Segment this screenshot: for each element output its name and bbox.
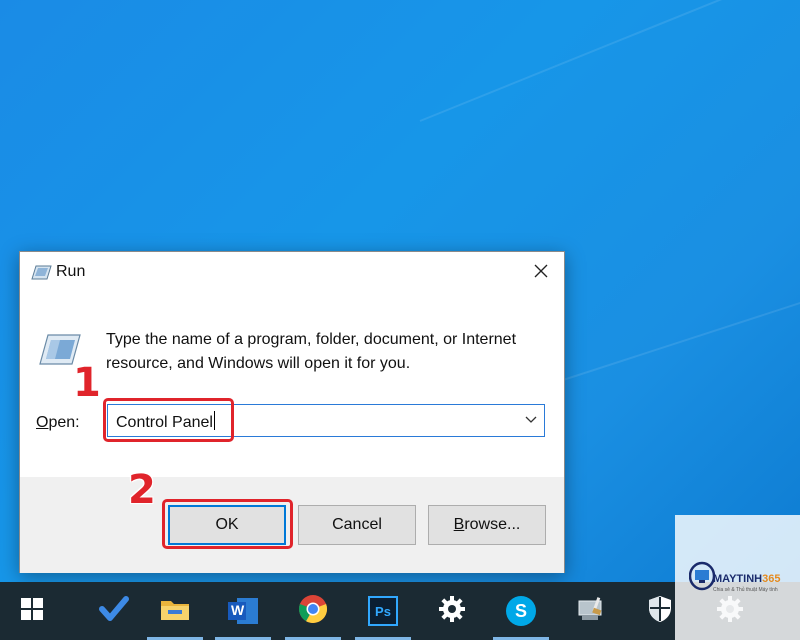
wallpaper-light-streak <box>419 0 800 122</box>
open-combobox[interactable]: Control Panel <box>107 404 545 437</box>
open-label-accesskey: O <box>36 414 49 431</box>
taskbar-disk-cleanup[interactable] <box>561 582 621 640</box>
skype-icon: S <box>506 596 536 626</box>
skype-icon-label: S <box>514 600 527 621</box>
taskbar-word[interactable]: W <box>213 582 273 640</box>
title-bar[interactable]: Run <box>20 252 564 294</box>
disk-cleanup-icon <box>576 595 606 628</box>
chrome-icon <box>298 594 328 629</box>
dialog-footer: OK Cancel Browse... <box>20 477 564 573</box>
browse-button-label: rowse... <box>464 516 521 533</box>
taskbar-file-explorer[interactable] <box>145 582 205 640</box>
security-shield-icon <box>647 595 673 628</box>
ok-button[interactable]: OK <box>168 505 286 545</box>
browse-accesskey: B <box>453 516 465 533</box>
taskbar-start[interactable] <box>2 582 62 640</box>
todo-check-icon <box>99 595 129 627</box>
watermark-tagline: Chia sẻ & Thủ thuật Máy tính <box>713 587 778 593</box>
dropdown-button[interactable] <box>524 413 538 427</box>
settings-gear-icon <box>438 595 466 628</box>
watermark-brand-main: MAYTINH <box>713 573 763 585</box>
close-icon <box>534 264 548 283</box>
open-input-value: Control Panel <box>116 414 213 431</box>
watermark-brand: MAYTINH365 <box>713 573 780 585</box>
text-caret <box>213 411 215 430</box>
step-number-2: 2 <box>128 467 156 513</box>
taskbar-photoshop[interactable]: Ps <box>353 582 413 640</box>
taskbar-todo[interactable] <box>84 582 144 640</box>
watermark-logo-icon <box>688 561 716 596</box>
taskbar-chrome[interactable] <box>283 582 343 640</box>
taskbar-settings[interactable] <box>422 582 482 640</box>
file-explorer-icon <box>160 596 190 627</box>
close-button[interactable] <box>518 252 564 294</box>
cancel-button-label: Cancel <box>332 516 382 533</box>
watermark-brand-accent: 365 <box>762 573 781 585</box>
taskbar-skype[interactable]: S <box>491 582 551 640</box>
photoshop-icon: Ps <box>368 596 398 626</box>
dialog-description: Type the name of a program, folder, docu… <box>106 331 517 372</box>
word-icon-letter: W <box>231 602 245 618</box>
chevron-down-icon <box>525 411 537 429</box>
run-app-icon <box>30 264 52 280</box>
word-icon: W <box>227 597 259 625</box>
dialog-title: Run <box>56 263 86 280</box>
cancel-button[interactable]: Cancel <box>298 505 416 545</box>
open-label-text: pen: <box>48 414 80 431</box>
open-label: Open: <box>36 414 80 432</box>
step-number-1: 1 <box>73 360 101 406</box>
photoshop-icon-label: Ps <box>375 603 391 619</box>
watermark: MAYTINH365 Chia sẻ & Thủ thuật Máy tính <box>675 515 800 640</box>
ok-button-label: OK <box>215 516 239 533</box>
windows-start-icon <box>21 597 43 625</box>
wallpaper-light-streak <box>559 287 800 382</box>
browse-button[interactable]: Browse... <box>428 505 546 545</box>
open-input[interactable]: Control Panel <box>116 411 215 432</box>
run-dialog: Run Type the name of a program, folder, … <box>19 251 565 573</box>
